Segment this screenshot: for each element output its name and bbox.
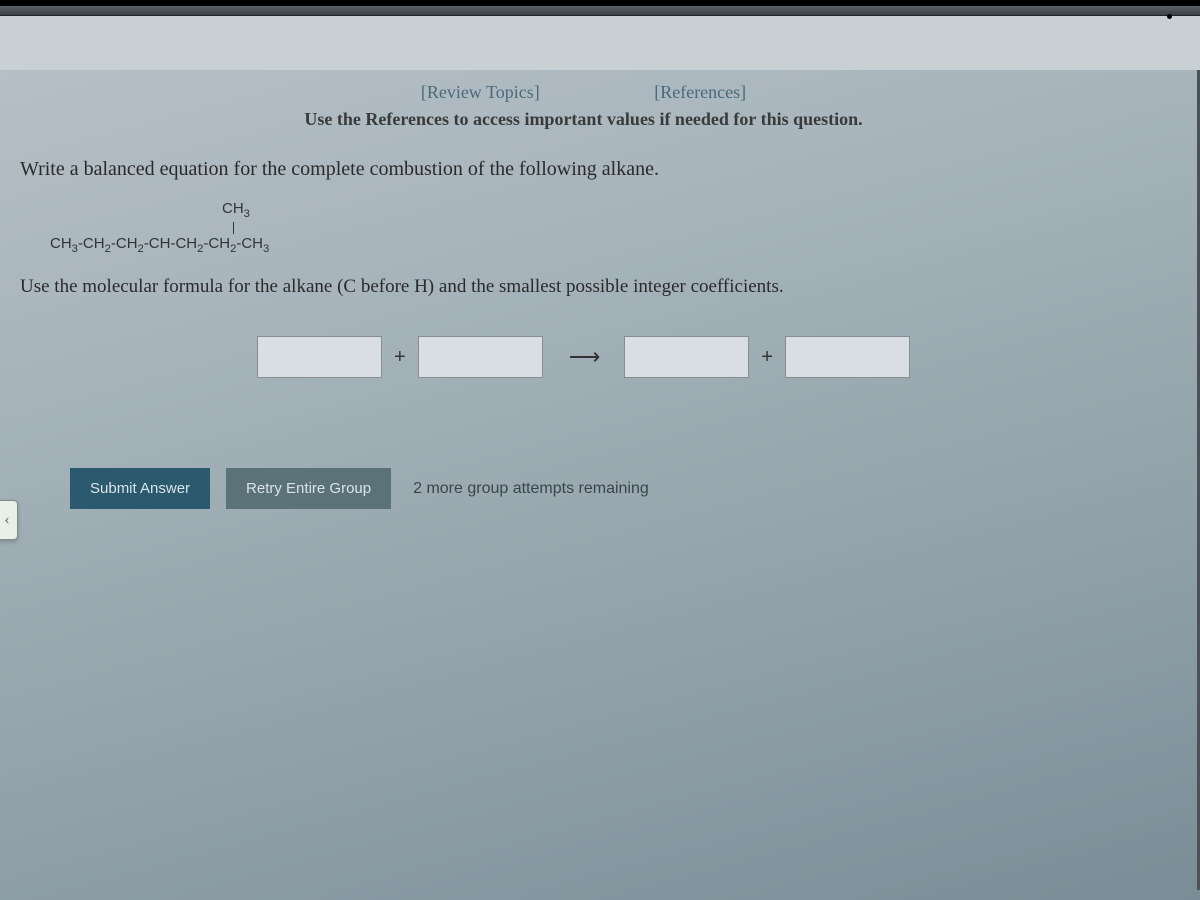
submit-answer-button[interactable]: Submit Answer [70, 468, 210, 509]
arrow-icon: ⟶ [569, 344, 599, 370]
reactant-1-input[interactable] [257, 336, 382, 378]
left-scroll-indicator[interactable]: ‹ [0, 500, 18, 540]
product-1-input[interactable] [624, 336, 749, 378]
equation-row: + ⟶ + [20, 336, 1147, 378]
branch-ch: CH [222, 200, 244, 217]
decorative-dot [1167, 14, 1172, 19]
formula-branch: CH3 [222, 199, 1147, 222]
retry-group-button[interactable]: Retry Entire Group [226, 468, 391, 509]
instruction-text: Use the molecular formula for the alkane… [20, 276, 1147, 298]
top-gradient-bar [0, 6, 1200, 16]
references-link[interactable]: [References] [654, 82, 746, 102]
header-links: [Review Topics] [References] [20, 70, 1147, 109]
content-area: [Review Topics] [References] Use the Ref… [0, 70, 1167, 509]
action-row: Submit Answer Retry Entire Group 2 more … [70, 468, 1147, 509]
question-prompt: Write a balanced equation for the comple… [20, 158, 1147, 181]
chevron-left-icon: ‹ [4, 511, 9, 529]
review-topics-link[interactable]: [Review Topics] [421, 82, 540, 102]
formula-main-chain: CH3-CH2-CH2-CH-CH2-CH2-CH3 [50, 234, 1147, 257]
spacer [0, 16, 1200, 70]
plus-symbol-2: + [761, 346, 773, 369]
hint-text: Use the References to access important v… [304, 109, 862, 129]
branch-bond-line [233, 222, 234, 234]
attempts-remaining-text: 2 more group attempts remaining [413, 480, 649, 498]
reactant-2-input[interactable] [418, 336, 543, 378]
header-hint: Use the References to access important v… [20, 109, 1147, 158]
branch-sub: 3 [244, 208, 250, 220]
structural-formula: CH3 CH3-CH2-CH2-CH-CH2-CH2-CH3 [50, 199, 1147, 256]
plus-symbol-1: + [394, 346, 406, 369]
product-2-input[interactable] [785, 336, 910, 378]
